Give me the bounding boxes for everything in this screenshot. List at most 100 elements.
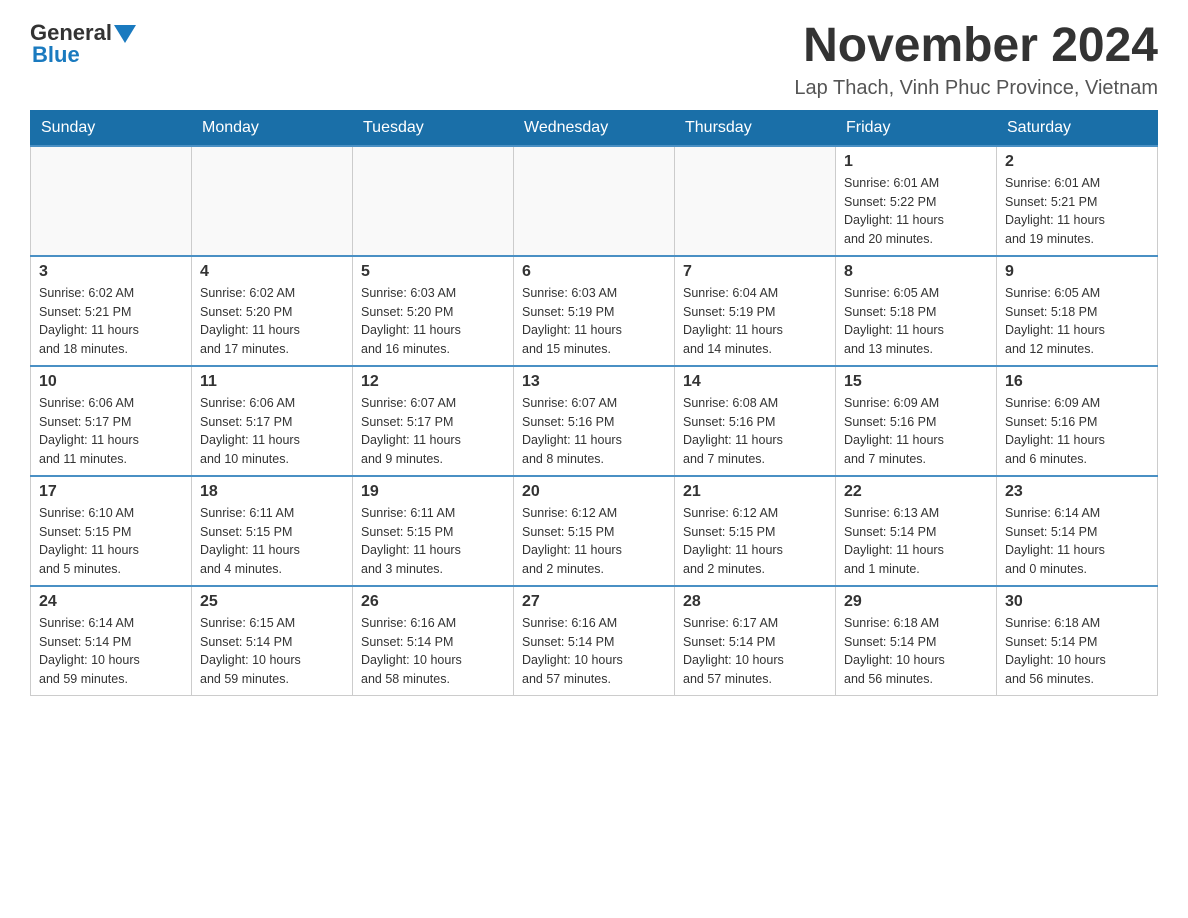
calendar-cell: 1Sunrise: 6:01 AMSunset: 5:22 PMDaylight… bbox=[836, 146, 997, 256]
day-number: 7 bbox=[683, 263, 827, 281]
calendar-cell: 21 Sunrise: 6:12 AMSunset: 5:15 PMDayligh… bbox=[675, 476, 836, 586]
week-row: 17 Sunrise: 6:10 AMSunset: 5:15 PMDayligh… bbox=[31, 476, 1158, 586]
day-info: Sunrise: 6:08 AMSunset: 5:16 PMDaylight:… bbox=[683, 394, 827, 469]
calendar-cell: 17 Sunrise: 6:10 AMSunset: 5:15 PMDayligh… bbox=[31, 476, 192, 586]
day-info: Sunrise: 6:06 AMSunset: 5:17 PMDaylight:… bbox=[200, 394, 344, 469]
col-header-tuesday: Tuesday bbox=[353, 110, 514, 146]
calendar-cell: 3Sunrise: 6:02 AMSunset: 5:21 PMDaylight… bbox=[31, 256, 192, 366]
day-info: Sunrise: 6:12 AMSunset: 5:15 PMDaylight:… bbox=[683, 504, 827, 579]
day-info: Sunrise: 6:01 AMSunset: 5:21 PMDaylight:… bbox=[1005, 174, 1149, 249]
day-info: Sunrise: 6:16 AMSunset: 5:14 PMDaylight:… bbox=[361, 614, 505, 689]
day-number: 16 bbox=[1005, 373, 1149, 391]
calendar-cell: 27 Sunrise: 6:16 AMSunset: 5:14 PMDayligh… bbox=[514, 586, 675, 696]
calendar-cell: 26 Sunrise: 6:16 AMSunset: 5:14 PMDayligh… bbox=[353, 586, 514, 696]
day-number: 8 bbox=[844, 263, 988, 281]
calendar-cell: 9Sunrise: 6:05 AMSunset: 5:18 PMDaylight… bbox=[997, 256, 1158, 366]
col-header-sunday: Sunday bbox=[31, 110, 192, 146]
col-header-monday: Monday bbox=[192, 110, 353, 146]
day-number: 26 bbox=[361, 593, 505, 611]
day-info: Sunrise: 6:16 AMSunset: 5:14 PMDaylight:… bbox=[522, 614, 666, 689]
calendar-cell: 29 Sunrise: 6:18 AMSunset: 5:14 PMDayligh… bbox=[836, 586, 997, 696]
day-info: Sunrise: 6:03 AMSunset: 5:19 PMDaylight:… bbox=[522, 284, 666, 359]
calendar-cell bbox=[675, 146, 836, 256]
logo-triangle-icon bbox=[114, 25, 136, 43]
calendar-cell: 28 Sunrise: 6:17 AMSunset: 5:14 PMDayligh… bbox=[675, 586, 836, 696]
calendar-header-row: SundayMondayTuesdayWednesdayThursdayFrid… bbox=[31, 110, 1158, 146]
day-number: 20 bbox=[522, 483, 666, 501]
day-info: Sunrise: 6:09 AMSunset: 5:16 PMDaylight:… bbox=[1005, 394, 1149, 469]
day-number: 29 bbox=[844, 593, 988, 611]
day-number: 28 bbox=[683, 593, 827, 611]
calendar-cell: 11 Sunrise: 6:06 AMSunset: 5:17 PMDayligh… bbox=[192, 366, 353, 476]
day-info: Sunrise: 6:18 AMSunset: 5:14 PMDaylight:… bbox=[844, 614, 988, 689]
day-number: 18 bbox=[200, 483, 344, 501]
calendar-cell: 2 Sunrise: 6:01 AMSunset: 5:21 PMDaylight… bbox=[997, 146, 1158, 256]
day-info: Sunrise: 6:09 AMSunset: 5:16 PMDaylight:… bbox=[844, 394, 988, 469]
calendar-cell: 23Sunrise: 6:14 AMSunset: 5:14 PMDayligh… bbox=[997, 476, 1158, 586]
day-info: Sunrise: 6:18 AMSunset: 5:14 PMDaylight:… bbox=[1005, 614, 1149, 689]
calendar-cell: 10 Sunrise: 6:06 AMSunset: 5:17 PMDayligh… bbox=[31, 366, 192, 476]
calendar-cell: 13Sunrise: 6:07 AMSunset: 5:16 PMDayligh… bbox=[514, 366, 675, 476]
col-header-wednesday: Wednesday bbox=[514, 110, 675, 146]
calendar-cell bbox=[353, 146, 514, 256]
week-row: 3Sunrise: 6:02 AMSunset: 5:21 PMDaylight… bbox=[31, 256, 1158, 366]
calendar-cell bbox=[31, 146, 192, 256]
day-number: 10 bbox=[39, 373, 183, 391]
day-number: 14 bbox=[683, 373, 827, 391]
day-info: Sunrise: 6:11 AMSunset: 5:15 PMDaylight:… bbox=[200, 504, 344, 579]
day-info: Sunrise: 6:17 AMSunset: 5:14 PMDaylight:… bbox=[683, 614, 827, 689]
day-info: Sunrise: 6:12 AMSunset: 5:15 PMDaylight:… bbox=[522, 504, 666, 579]
calendar-cell bbox=[514, 146, 675, 256]
day-number: 5 bbox=[361, 263, 505, 281]
day-number: 12 bbox=[361, 373, 505, 391]
day-number: 11 bbox=[200, 373, 344, 391]
location-subtitle: Lap Thach, Vinh Phuc Province, Vietnam bbox=[794, 77, 1158, 100]
day-number: 22 bbox=[844, 483, 988, 501]
calendar-cell: 22Sunrise: 6:13 AMSunset: 5:14 PMDayligh… bbox=[836, 476, 997, 586]
day-number: 15 bbox=[844, 373, 988, 391]
calendar-table: SundayMondayTuesdayWednesdayThursdayFrid… bbox=[30, 110, 1158, 696]
week-row: 24 Sunrise: 6:14 AMSunset: 5:14 PMDayligh… bbox=[31, 586, 1158, 696]
day-info: Sunrise: 6:11 AMSunset: 5:15 PMDaylight:… bbox=[361, 504, 505, 579]
week-row: 10 Sunrise: 6:06 AMSunset: 5:17 PMDayligh… bbox=[31, 366, 1158, 476]
month-title: November 2024 bbox=[794, 20, 1158, 73]
day-number: 21 bbox=[683, 483, 827, 501]
calendar-cell: 24 Sunrise: 6:14 AMSunset: 5:14 PMDayligh… bbox=[31, 586, 192, 696]
day-number: 2 bbox=[1005, 153, 1149, 171]
calendar-cell: 7Sunrise: 6:04 AMSunset: 5:19 PMDaylight… bbox=[675, 256, 836, 366]
calendar-cell: 6 Sunrise: 6:03 AMSunset: 5:19 PMDaylight… bbox=[514, 256, 675, 366]
day-number: 17 bbox=[39, 483, 183, 501]
calendar-cell: 19 Sunrise: 6:11 AMSunset: 5:15 PMDayligh… bbox=[353, 476, 514, 586]
calendar-cell: 5 Sunrise: 6:03 AMSunset: 5:20 PMDaylight… bbox=[353, 256, 514, 366]
calendar-cell: 8 Sunrise: 6:05 AMSunset: 5:18 PMDaylight… bbox=[836, 256, 997, 366]
day-number: 27 bbox=[522, 593, 666, 611]
day-info: Sunrise: 6:02 AMSunset: 5:21 PMDaylight:… bbox=[39, 284, 183, 359]
day-number: 30 bbox=[1005, 593, 1149, 611]
calendar-cell: 12Sunrise: 6:07 AMSunset: 5:17 PMDayligh… bbox=[353, 366, 514, 476]
calendar-cell: 14 Sunrise: 6:08 AMSunset: 5:16 PMDayligh… bbox=[675, 366, 836, 476]
day-info: Sunrise: 6:14 AMSunset: 5:14 PMDaylight:… bbox=[39, 614, 183, 689]
col-header-saturday: Saturday bbox=[997, 110, 1158, 146]
day-number: 13 bbox=[522, 373, 666, 391]
day-info: Sunrise: 6:06 AMSunset: 5:17 PMDaylight:… bbox=[39, 394, 183, 469]
day-number: 6 bbox=[522, 263, 666, 281]
day-info: Sunrise: 6:15 AMSunset: 5:14 PMDaylight:… bbox=[200, 614, 344, 689]
day-info: Sunrise: 6:02 AMSunset: 5:20 PMDaylight:… bbox=[200, 284, 344, 359]
day-number: 24 bbox=[39, 593, 183, 611]
day-number: 19 bbox=[361, 483, 505, 501]
day-info: Sunrise: 6:14 AMSunset: 5:14 PMDaylight:… bbox=[1005, 504, 1149, 579]
day-number: 9 bbox=[1005, 263, 1149, 281]
calendar-cell: 30 Sunrise: 6:18 AMSunset: 5:14 PMDayligh… bbox=[997, 586, 1158, 696]
calendar-cell: 25Sunrise: 6:15 AMSunset: 5:14 PMDayligh… bbox=[192, 586, 353, 696]
day-info: Sunrise: 6:05 AMSunset: 5:18 PMDaylight:… bbox=[844, 284, 988, 359]
day-info: Sunrise: 6:03 AMSunset: 5:20 PMDaylight:… bbox=[361, 284, 505, 359]
calendar-cell: 15 Sunrise: 6:09 AMSunset: 5:16 PMDayligh… bbox=[836, 366, 997, 476]
calendar-cell: 16 Sunrise: 6:09 AMSunset: 5:16 PMDayligh… bbox=[997, 366, 1158, 476]
calendar-cell: 4 Sunrise: 6:02 AMSunset: 5:20 PMDaylight… bbox=[192, 256, 353, 366]
col-header-thursday: Thursday bbox=[675, 110, 836, 146]
day-info: Sunrise: 6:10 AMSunset: 5:15 PMDaylight:… bbox=[39, 504, 183, 579]
calendar-cell: 20 Sunrise: 6:12 AMSunset: 5:15 PMDayligh… bbox=[514, 476, 675, 586]
day-info: Sunrise: 6:01 AMSunset: 5:22 PMDaylight:… bbox=[844, 174, 988, 249]
logo: General Blue bbox=[30, 20, 136, 68]
day-number: 4 bbox=[200, 263, 344, 281]
